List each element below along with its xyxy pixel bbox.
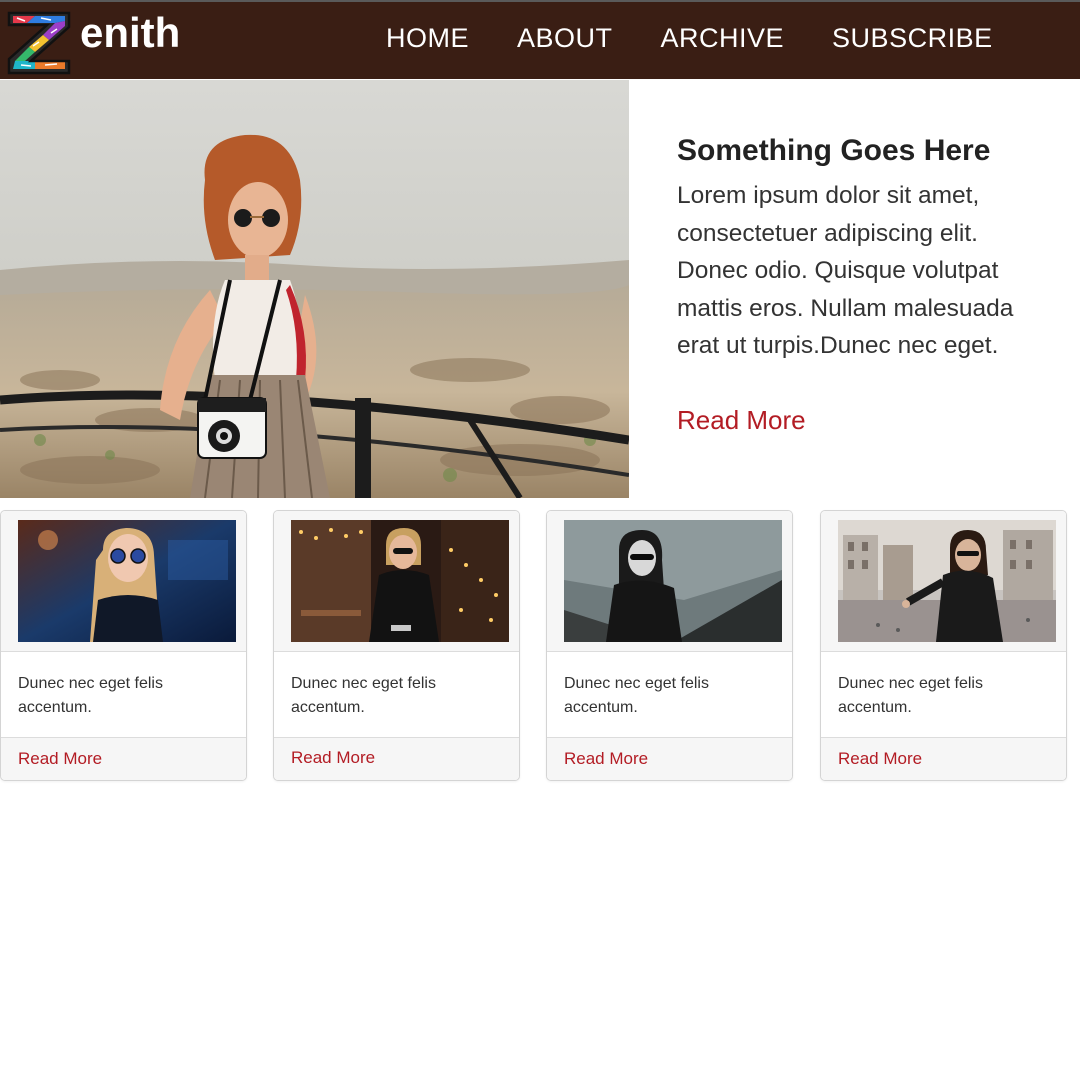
card-image	[838, 520, 1056, 642]
brand-name[interactable]: enith	[80, 8, 180, 58]
card-image	[291, 520, 509, 642]
card-read-more-link[interactable]: Read More	[838, 749, 922, 768]
card-2: Dunec nec eget felis accentum. Read More	[273, 510, 520, 781]
nav-home[interactable]: HOME	[386, 20, 469, 56]
card-image	[564, 520, 782, 642]
card-grid: Dunec nec eget felis accentum. Read More	[0, 510, 1080, 782]
hero-title: Something Goes Here	[677, 134, 991, 167]
zenith-logo[interactable]	[5, 9, 73, 77]
card-text: Dunec nec eget felis accentum.	[291, 675, 436, 716]
card-read-more-link[interactable]: Read More	[291, 748, 375, 767]
nav-archive[interactable]: ARCHIVE	[661, 20, 785, 56]
card-read-more-link[interactable]: Read More	[18, 749, 102, 768]
nav-subscribe[interactable]: SUBSCRIBE	[832, 20, 993, 56]
card-image	[18, 520, 236, 642]
hero-read-more-link[interactable]: Read More	[677, 405, 806, 436]
hero-body: Lorem ipsum dolor sit amet, consectetuer…	[677, 182, 1014, 359]
main-nav: HOME ABOUT ARCHIVE SUBSCRIBE	[386, 20, 993, 56]
nav-about[interactable]: ABOUT	[517, 20, 613, 56]
hero-image	[0, 80, 629, 498]
card-3: Dunec nec eget felis accentum. Read More	[546, 510, 793, 781]
card-text: Dunec nec eget felis accentum.	[564, 675, 709, 716]
card-read-more-link[interactable]: Read More	[564, 749, 648, 768]
card-1: Dunec nec eget felis accentum. Read More	[0, 510, 247, 781]
card-4: Dunec nec eget felis accentum. Read More	[820, 510, 1067, 781]
card-text: Dunec nec eget felis accentum.	[838, 675, 983, 716]
hero-content: Something Goes Here Lorem ipsum dolor si…	[677, 133, 1047, 436]
site-header: enith HOME ABOUT ARCHIVE SUBSCRIBE	[0, 0, 1080, 79]
card-text: Dunec nec eget felis accentum.	[18, 675, 163, 716]
